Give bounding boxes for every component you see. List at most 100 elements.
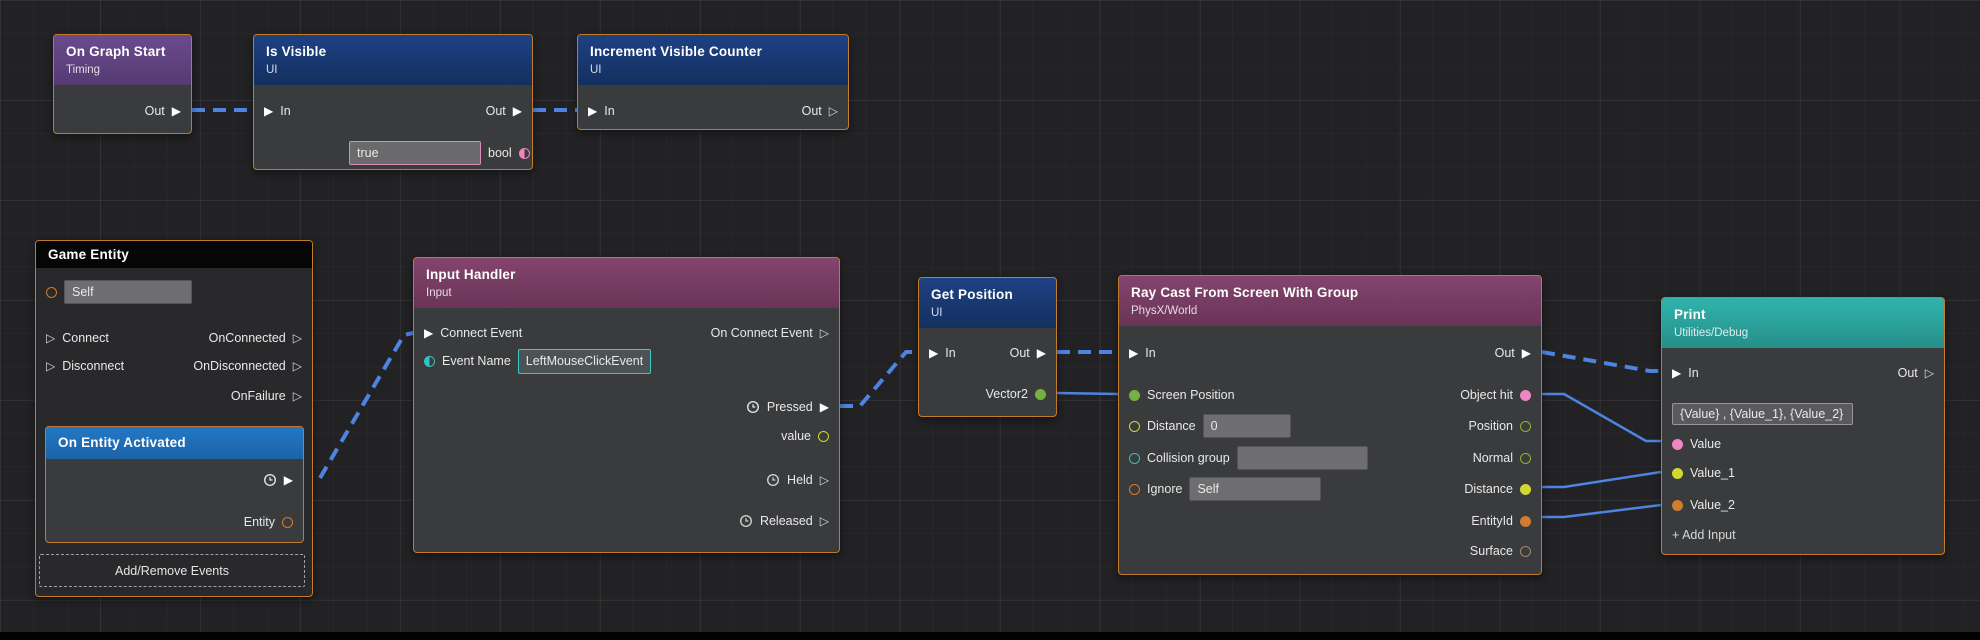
normal-port-icon[interactable] [1520,452,1531,464]
exec-disconnect-port-icon[interactable]: ▷ [46,360,55,372]
exec-ondisconnected-port-icon[interactable]: ▷ [293,360,302,372]
node-header[interactable]: Increment Visible Counter UI [578,35,848,85]
bool-port-icon[interactable] [518,147,530,159]
port-value1-label: Value_1 [1690,466,1735,480]
subnode-header[interactable]: On Entity Activated [46,427,303,459]
node-graph-canvas[interactable]: On Graph Start Timing Out ▶ Is Visible U… [0,0,1980,640]
value1-port-icon[interactable] [1672,467,1683,479]
port-type-label: bool [488,146,512,160]
node-title: Ray Cast From Screen With Group [1131,285,1359,300]
exec-connect-event-port-icon[interactable]: ▶ [424,327,433,339]
exec-out-port-icon[interactable]: ▷ [1925,367,1934,379]
node-print[interactable]: Print Utilities/Debug ▶ In Out ▷ Value V… [1661,297,1945,555]
exec-in-port-icon[interactable]: ▶ [1672,367,1681,379]
bool-value-input[interactable] [349,141,481,165]
port-connect-label: Connect [62,331,109,345]
add-input-label: + Add Input [1672,528,1736,542]
exec-out-port-icon[interactable]: ▶ [172,105,181,117]
exec-in-port-icon[interactable]: ▶ [1129,347,1138,359]
node-header[interactable]: Game Entity [36,241,312,268]
node-header[interactable]: Is Visible UI [254,35,532,85]
add-input-button[interactable]: + Add Input [1662,523,1944,547]
edge-pressed--get-position-in[interactable] [840,350,918,408]
port-held-label: Held [787,473,813,487]
exec-in-port-icon[interactable]: ▶ [588,105,597,117]
exec-pressed-port-icon[interactable]: ▶ [820,401,829,413]
port-in-label: In [1145,346,1156,360]
value2-port-icon[interactable] [1672,499,1683,511]
bottom-bar [0,632,1980,640]
ignore-input[interactable] [1189,477,1322,501]
port-surface-label: Surface [1469,544,1513,558]
port-onfailure-label: OnFailure [230,389,286,403]
node-is-visible[interactable]: Is Visible UI ▶ In Out ▶ bool [253,34,533,170]
subnode-on-entity-activated[interactable]: On Entity Activated ▶ Entity [45,426,304,543]
entity-port-icon[interactable] [46,286,57,298]
node-on-graph-start[interactable]: On Graph Start Timing Out ▶ [53,34,192,134]
node-category: UI [266,64,278,76]
screen-position-port-icon[interactable] [1129,389,1140,401]
value-port-icon[interactable] [818,430,829,442]
entityid-port-icon[interactable] [1520,515,1531,527]
distance-out-port-icon[interactable] [1520,483,1531,495]
value-port-icon[interactable] [1672,438,1683,450]
exec-onfailure-port-icon[interactable]: ▷ [293,390,302,402]
edge-entity-id--value-2[interactable] [1542,503,1662,519]
edge-ray-cast-out--print-in[interactable] [1541,350,1661,373]
node-header[interactable]: Input Handler Input [414,258,839,308]
exec-out-port-icon[interactable]: ▶ [1522,347,1531,359]
format-string-input[interactable] [1672,403,1853,425]
node-header[interactable]: On Graph Start Timing [54,35,191,85]
port-onconnected-label: OnConnected [208,331,286,345]
collision-group-port-icon[interactable] [1129,452,1140,464]
edge-distance--value-1[interactable] [1542,470,1662,489]
node-increment-visible-counter[interactable]: Increment Visible Counter UI ▶ In Out ▷ [577,34,849,130]
event-name-label: Event Name [442,354,511,368]
exec-in-port-icon[interactable]: ▶ [929,347,938,359]
exec-out-port-icon[interactable]: ▷ [829,105,838,117]
node-get-position[interactable]: Get Position UI ▶ In Out ▶ Vector2 [918,277,1057,417]
exec-released-port-icon[interactable]: ▷ [820,515,829,527]
distance-input[interactable] [1202,414,1291,438]
port-screen-position-label: Screen Position [1147,388,1235,402]
vector2-port-icon[interactable] [1035,388,1046,400]
string-port-icon[interactable] [424,355,435,367]
exec-held-port-icon[interactable]: ▷ [820,474,829,486]
distance-in-port-icon[interactable] [1129,420,1140,432]
add-remove-events-button[interactable]: Add/Remove Events [39,554,305,587]
node-ray-cast-from-screen-with-group[interactable]: Ray Cast From Screen With Group PhysX/Wo… [1118,275,1542,575]
entity-out-port-icon[interactable] [282,516,293,528]
port-in-label: In [604,104,615,118]
port-out-label: Out [1897,366,1918,380]
self-entity-input[interactable] [64,280,192,304]
port-out-label: Out [1009,346,1030,360]
surface-port-icon[interactable] [1520,545,1531,557]
node-header[interactable]: Get Position UI [919,278,1056,328]
exec-in-port-icon[interactable]: ▶ [264,105,273,117]
position-port-icon[interactable] [1520,420,1531,432]
exec-activated-port-icon[interactable]: ▶ [284,474,293,486]
collision-group-input[interactable] [1236,446,1368,470]
event-name-input[interactable] [517,348,651,374]
port-value-label: value [781,429,811,443]
node-category: Utilities/Debug [1674,327,1749,339]
edge-vector2--screen-position[interactable] [1056,391,1119,396]
edge-object-hit--value[interactable] [1542,392,1661,443]
exec-on-connect-event-port-icon[interactable]: ▷ [820,327,829,339]
node-header[interactable]: Print Utilities/Debug [1662,298,1944,348]
exec-out-port-icon[interactable]: ▶ [1037,347,1046,359]
timer-icon [746,400,759,414]
port-ignore-label: Ignore [1147,482,1183,496]
port-distance-in-label: Distance [1147,419,1196,433]
exec-out-port-icon[interactable]: ▶ [513,105,522,117]
port-in-label: In [945,346,956,360]
exec-onconnected-port-icon[interactable]: ▷ [293,332,302,344]
node-input-handler[interactable]: Input Handler Input ▶ Connect Event On C… [413,257,840,553]
node-game-entity[interactable]: Game Entity ▷ Connect OnConnected ▷ ▷ Di… [35,240,313,597]
node-header[interactable]: Ray Cast From Screen With Group PhysX/Wo… [1119,276,1541,326]
exec-connect-port-icon[interactable]: ▷ [46,332,55,344]
edge-on-entity-activated--connect-event[interactable] [318,331,414,480]
ignore-port-icon[interactable] [1129,483,1140,495]
node-category: UI [590,64,602,76]
object-hit-port-icon[interactable] [1520,389,1531,401]
